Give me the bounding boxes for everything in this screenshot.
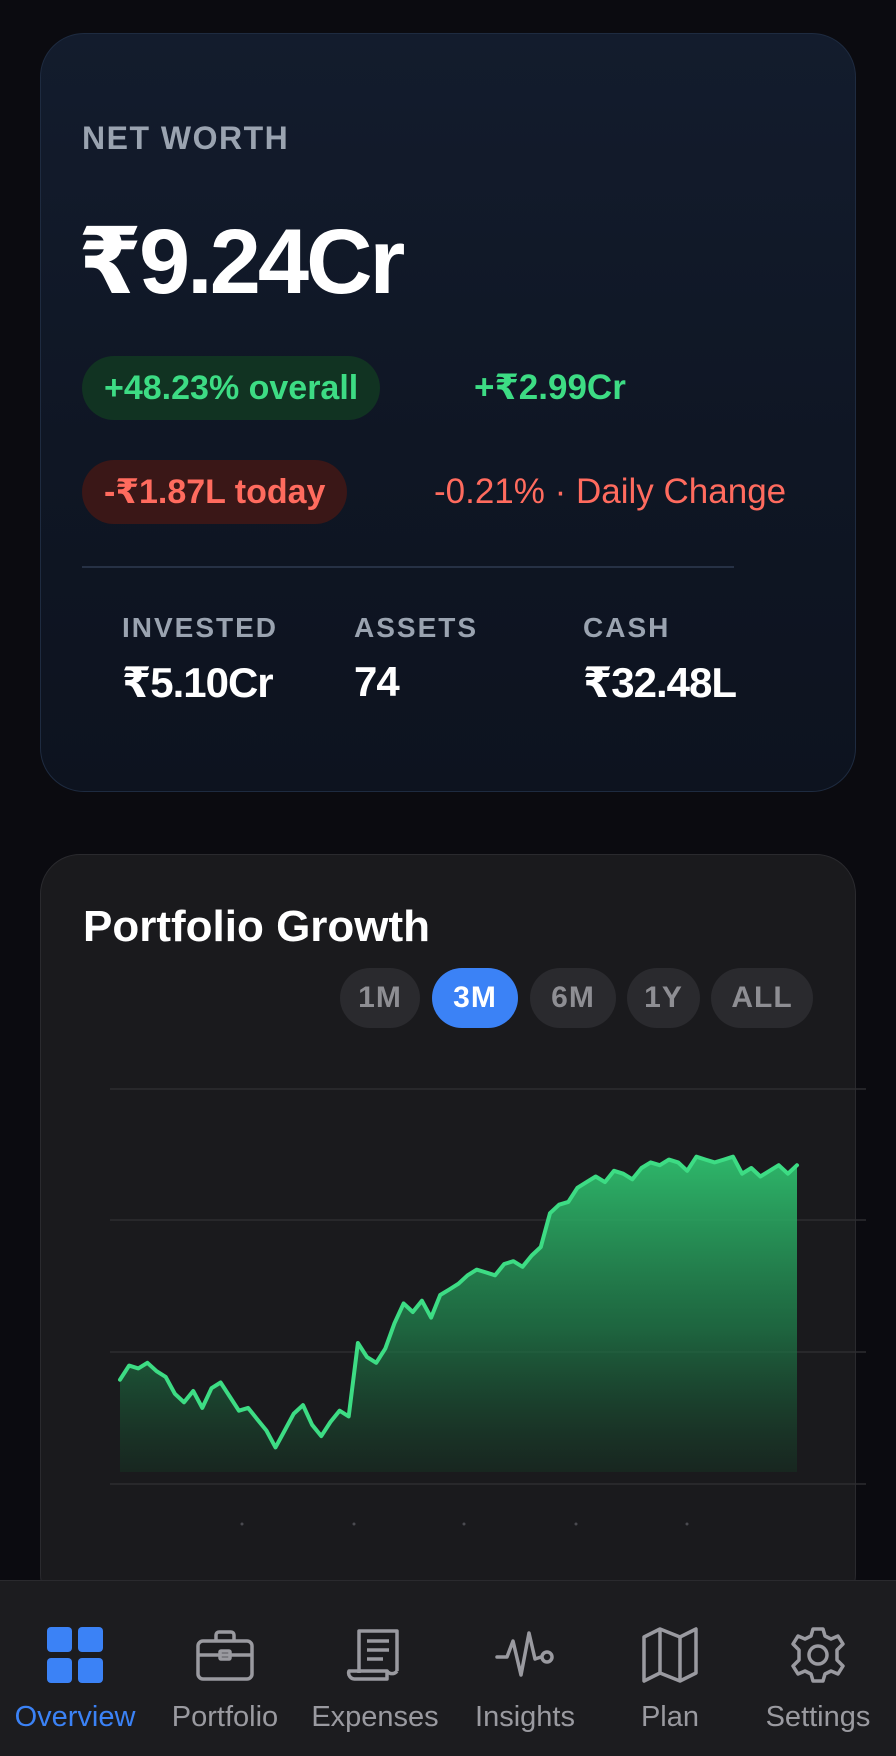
assets-value: 74 (354, 658, 400, 705)
range-button-3m[interactable]: 3M (432, 968, 518, 1028)
receipt-icon (346, 1629, 399, 1681)
grid-icon (47, 1627, 103, 1683)
nav-label-portfolio: Portfolio (171, 1701, 279, 1733)
range-button-all[interactable]: ALL (711, 968, 813, 1028)
portfolio-growth-title: Portfolio Growth (83, 902, 431, 951)
invested-label: INVESTED (122, 612, 279, 643)
overall-change-amount: +₹2.99Cr (474, 368, 626, 407)
today-change-pill: -₹1.87L today (82, 460, 348, 524)
cash-value: ₹32.48L (583, 659, 737, 706)
nav-label-insights: Insights (475, 1701, 575, 1733)
range-button-1m[interactable]: 1M (340, 968, 420, 1028)
screen: NET WORTH ₹9.24Cr +48.23% overall +₹2.99… (0, 0, 896, 1756)
nav-item-expenses[interactable]: Expenses (300, 1581, 450, 1756)
nav-item-plan[interactable]: Plan (600, 1581, 740, 1756)
invested-value: ₹5.10Cr (122, 659, 274, 706)
daily-change-text: -0.21% · Daily Change (434, 472, 787, 511)
map-icon (642, 1627, 698, 1683)
range-button-6m[interactable]: 6M (530, 968, 616, 1028)
nav-label-plan: Plan (640, 1701, 700, 1733)
cash-label: CASH (583, 612, 671, 643)
nav-item-portfolio[interactable]: Portfolio (150, 1581, 300, 1756)
range-button-1y[interactable]: 1Y (627, 968, 700, 1028)
briefcase-icon (196, 1630, 254, 1681)
bottom-nav: Overview Portfolio Expenses Insights Pla… (0, 1580, 896, 1756)
net-worth-value: ₹9.24Cr (78, 211, 405, 313)
nav-label-settings: Settings (765, 1701, 871, 1733)
net-worth-label: NET WORTH (82, 120, 290, 156)
overall-change-pill: +48.23% overall (82, 356, 381, 420)
nav-item-insights[interactable]: Insights (450, 1581, 600, 1756)
nav-item-overview[interactable]: Overview (0, 1581, 150, 1756)
divider (82, 566, 734, 568)
nav-label-overview: Overview (14, 1701, 136, 1733)
assets-label: ASSETS (354, 612, 479, 643)
gear-icon (791, 1627, 845, 1683)
nav-item-settings[interactable]: Settings (740, 1581, 896, 1756)
pulse-icon (495, 1631, 554, 1677)
nav-label-expenses: Expenses (311, 1701, 439, 1733)
